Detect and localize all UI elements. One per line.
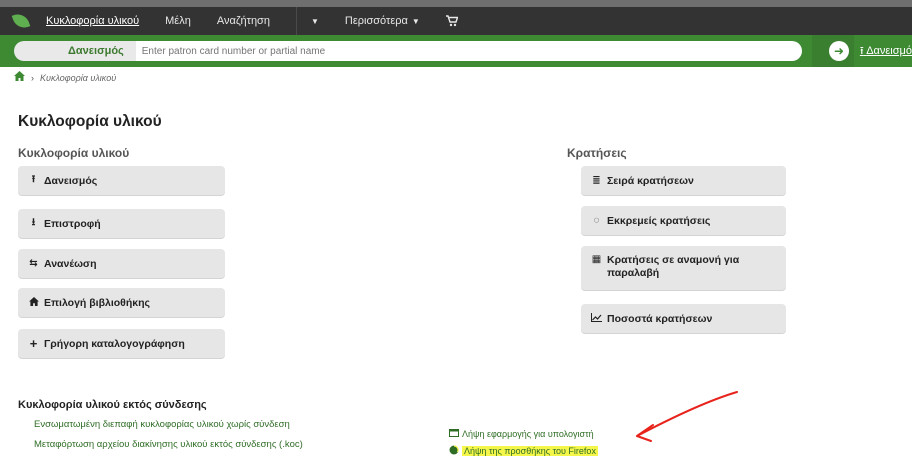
set-library-button[interactable]: Επιλογή βιβλιοθήκης: [18, 288, 225, 317]
pending-holds-button-label: Εκκρεμείς κρατήσεις: [607, 214, 711, 227]
checkin-button-label: Επιστροφή: [44, 217, 101, 230]
offline-builtin-interface-link[interactable]: Ενσωματωμένη διεπαφή κυκλοφορίας υλικού …: [34, 419, 290, 430]
koha-logo[interactable]: [11, 11, 31, 31]
nav-circulation[interactable]: Κυκλοφορία υλικού: [46, 15, 139, 27]
renew-button-label: Ανανέωση: [44, 257, 97, 270]
search-type-label[interactable]: Δανεισμός: [14, 41, 136, 61]
offline-circulation-heading: Κυκλοφορία υλικού εκτός σύνδεσης: [18, 399, 207, 411]
offline-upload-koc-link[interactable]: Μεταφόρτωση αρχείου διακίνησης υλικού εκ…: [34, 439, 303, 450]
search-submit-button[interactable]: ➜: [812, 35, 854, 67]
caret-down-icon: ▼: [411, 16, 420, 26]
header-checkout-link[interactable]: ⭱ Δανεισμό: [860, 42, 912, 61]
nav-search[interactable]: Αναζήτηση: [217, 15, 270, 27]
fast-cataloging-button[interactable]: + Γρήγορη καταλογογράφηση: [18, 329, 225, 358]
firefox-icon: [449, 445, 459, 457]
page-title: Κυκλοφορία υλικού: [18, 113, 162, 130]
nav-divider: [295, 7, 297, 35]
caret-down-icon: ▼: [310, 16, 319, 26]
checkout-searchbar: Δανεισμός ➜ ⭱ Δανεισμό: [0, 35, 912, 67]
home-icon[interactable]: [14, 71, 25, 84]
upload-icon: ⭱: [859, 44, 864, 57]
hold-ratios-button-label: Ποσοστά κρατήσεων: [607, 312, 713, 325]
upload-icon: ⭱: [31, 174, 36, 185]
holds-queue-button-label: Σειρά κρατήσεων: [607, 174, 694, 187]
breadcrumb-separator-icon: ›: [31, 72, 34, 83]
breadcrumb-current: Κυκλοφορία υλικού: [40, 72, 117, 83]
nav-patrons[interactable]: Μέλη: [165, 15, 191, 27]
checkin-button[interactable]: ⭳ Επιστροφή: [18, 209, 225, 238]
window-top-strip: [0, 0, 912, 7]
holds-awaiting-pickup-button-label: Κρατήσεις σε αναμονή για παραλαβή: [607, 254, 740, 279]
desktop-app-download-label: Λήψη εφαρμογής για υπολογιστή: [462, 429, 594, 439]
main-navbar: Κυκλοφορία υλικού Μέλη Αναζήτηση ▼ Περισ…: [0, 7, 912, 35]
header-checkout-label: Δανεισμό: [866, 44, 912, 57]
calendar-icon: ▦: [591, 254, 602, 265]
window-icon: [449, 429, 459, 439]
home-icon: [28, 296, 39, 309]
set-library-button-label: Επιλογή βιβλιοθήκης: [44, 296, 150, 309]
patron-search-input[interactable]: [135, 41, 803, 61]
nav-search-dropdown[interactable]: ▼: [307, 17, 319, 26]
nav-more[interactable]: Περισσότερα ▼: [345, 15, 420, 27]
desktop-app-download-link[interactable]: Λήψη εφαρμογής για υπολογιστή: [449, 429, 594, 439]
circulation-heading: Κυκλοφορία υλικού: [18, 146, 130, 160]
line-chart-icon: [591, 312, 602, 325]
firefox-addon-download-link[interactable]: Λήψη της προσθήκης του Firefox: [449, 445, 598, 457]
hold-ratios-button[interactable]: Ποσοστά κρατήσεων: [581, 304, 786, 333]
annotation-arrow-icon: [636, 391, 738, 442]
plus-icon: +: [29, 336, 38, 351]
breadcrumb: › Κυκλοφορία υλικού: [14, 71, 116, 84]
cart-icon[interactable]: [445, 15, 459, 27]
holds-awaiting-pickup-button[interactable]: ▦ Κρατήσεις σε αναμονή για παραλαβή: [581, 246, 786, 290]
arrow-right-icon: ➜: [828, 41, 849, 61]
nav-more-label: Περισσότερα: [344, 15, 408, 27]
hand-icon: ◌: [593, 215, 600, 226]
holds-queue-button[interactable]: ≣ Σειρά κρατήσεων: [581, 166, 786, 195]
firefox-addon-download-label: Λήψη της προσθήκης του Firefox: [462, 446, 598, 456]
holds-heading: Κρατήσεις: [567, 146, 627, 160]
renew-button[interactable]: ⇆ Ανανέωση: [18, 249, 225, 278]
checkout-button[interactable]: ⭱ Δανεισμός: [18, 166, 225, 195]
checkout-button-label: Δανεισμός: [44, 174, 98, 187]
pending-holds-button[interactable]: ◌ Εκκρεμείς κρατήσεις: [581, 206, 786, 235]
fast-cataloging-button-label: Γρήγορη καταλογογράφηση: [44, 337, 185, 350]
retweet-icon: ⇆: [29, 258, 38, 269]
download-icon: ⭳: [31, 217, 36, 228]
list-icon: ≣: [592, 175, 601, 186]
